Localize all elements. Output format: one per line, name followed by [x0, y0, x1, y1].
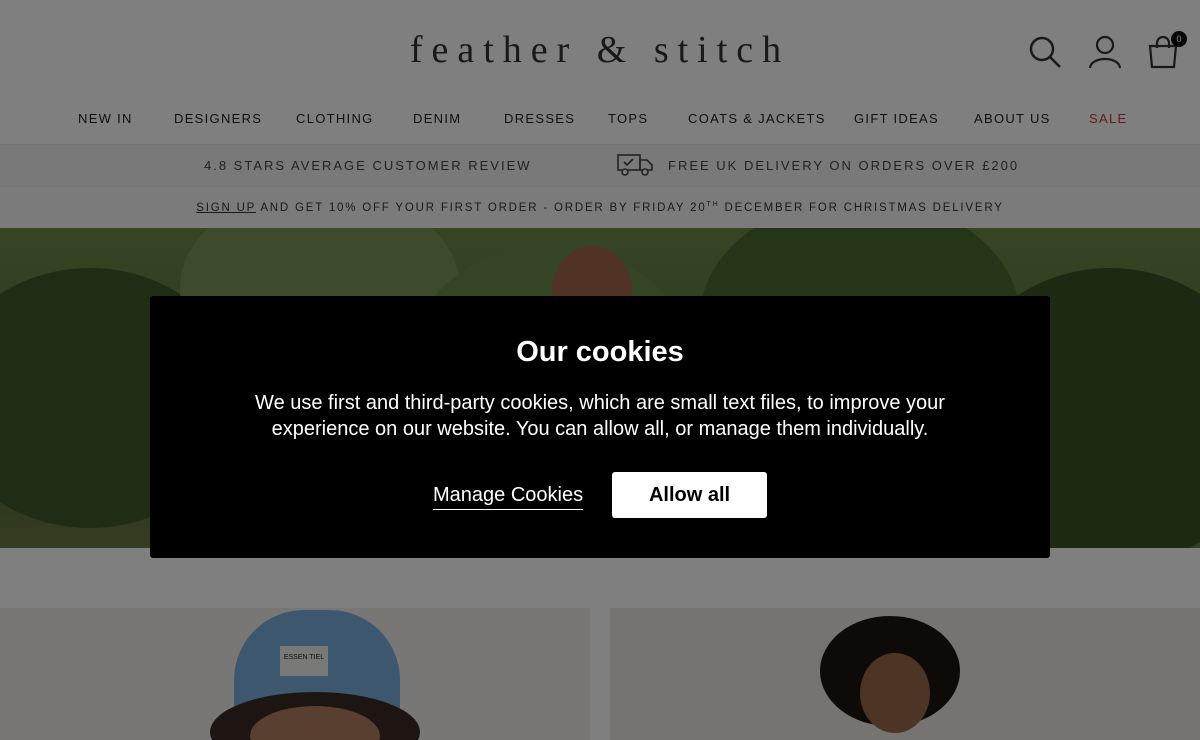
cookie-modal-text: We use first and third-party cookies, wh… [255, 392, 945, 440]
cookie-modal-title: Our cookies [516, 336, 684, 368]
cookie-consent-modal: Our cookies We use first and third-party… [150, 296, 1050, 558]
manage-cookies-button[interactable]: Manage Cookies [433, 484, 584, 510]
allow-all-button[interactable]: Allow all [612, 472, 767, 518]
